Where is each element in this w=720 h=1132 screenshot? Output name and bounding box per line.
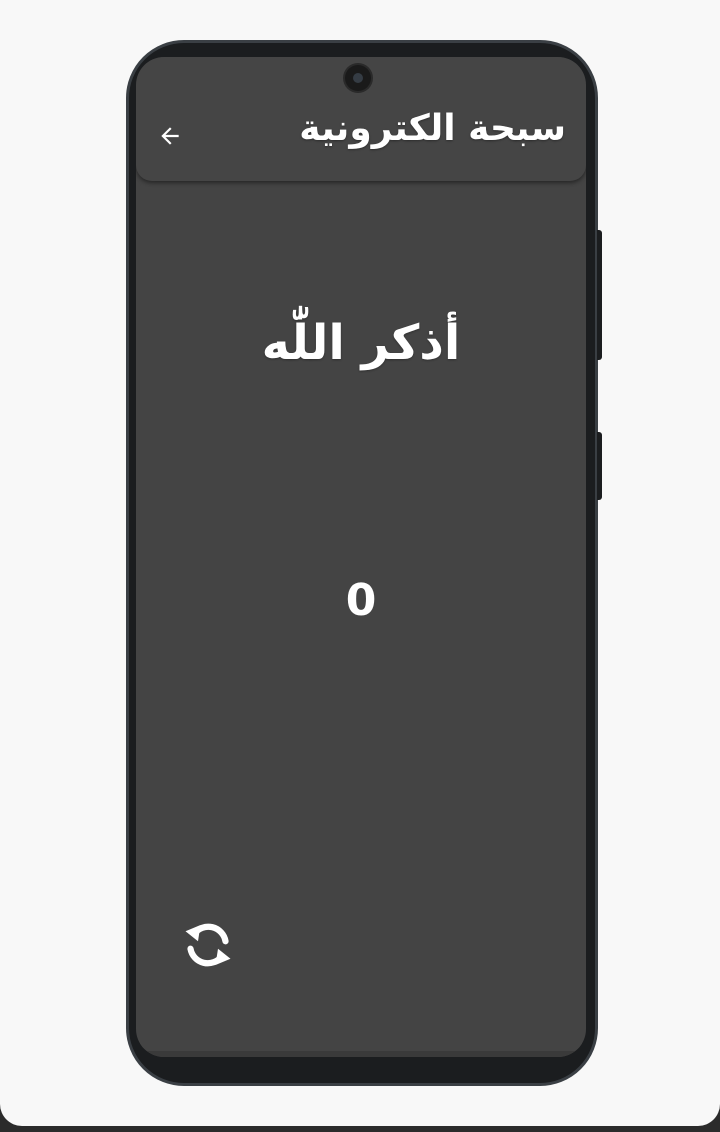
page-background: سبحة الكترونية أذكر اللّٰه 0: [0, 0, 720, 1126]
tasbih-content: أذكر اللّٰه 0: [140, 183, 582, 1053]
phone-power-button: [597, 432, 602, 500]
refresh-icon: [185, 923, 231, 967]
arrow-left-icon: [161, 127, 179, 145]
phone-volume-button: [597, 230, 602, 360]
phone-screen: سبحة الكترونية أذكر اللّٰه 0: [136, 57, 586, 1057]
back-button[interactable]: [154, 120, 186, 152]
bottom-edge: [136, 1051, 586, 1057]
dhikr-text: أذكر اللّٰه: [261, 315, 461, 371]
front-camera: [345, 65, 371, 91]
reset-button[interactable]: [176, 913, 240, 977]
page-title: سبحة الكترونية: [299, 108, 566, 149]
tasbih-counter[interactable]: 0: [140, 571, 582, 631]
